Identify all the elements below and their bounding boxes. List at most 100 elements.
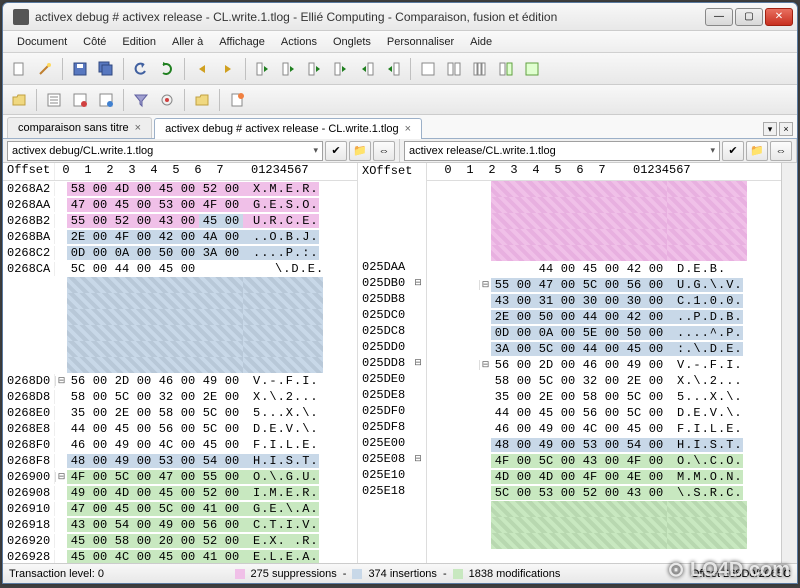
- separator: [219, 89, 220, 111]
- close-icon[interactable]: ×: [405, 123, 411, 135]
- menu-aller à[interactable]: Aller à: [164, 33, 211, 51]
- byte-header: 6: [569, 163, 591, 180]
- xoffset-header: XOffset: [358, 164, 412, 178]
- minimize-button[interactable]: —: [705, 8, 733, 26]
- ascii-header: 01234567: [623, 163, 691, 180]
- close-icon[interactable]: ×: [135, 122, 141, 134]
- new-doc-button[interactable]: [7, 57, 31, 81]
- app-icon: [13, 9, 29, 25]
- legend: 275 suppressions - 374 insertions - 1838…: [116, 568, 679, 580]
- menu-onglets[interactable]: Onglets: [325, 33, 379, 51]
- folder-button[interactable]: [190, 88, 214, 112]
- layout-3-button[interactable]: [468, 57, 492, 81]
- right-file-pane: activex release/CL.write.1.tlog ✔ 📁 ⇔: [400, 139, 797, 162]
- separator: [410, 58, 411, 80]
- menu-document[interactable]: Document: [9, 33, 75, 51]
- app-window: activex debug # activex release - CL.wri…: [2, 2, 798, 584]
- vertical-scrollbar[interactable]: [781, 163, 797, 563]
- suppression-swatch: [235, 569, 245, 579]
- left-hex-pane[interactable]: Offset 01234567 01234567 0268A258004D004…: [3, 163, 357, 563]
- undo-button[interactable]: [129, 57, 153, 81]
- merge-l1-button[interactable]: [251, 57, 275, 81]
- main-toolbar: [3, 53, 797, 85]
- byte-header: 0: [437, 163, 459, 180]
- view-1-button[interactable]: [42, 88, 66, 112]
- watermark: ⊙ LO4D.com: [668, 557, 790, 582]
- tab-close-button[interactable]: ×: [779, 122, 793, 136]
- separator: [245, 58, 246, 80]
- right-hex-header: 01234567 01234567: [427, 163, 781, 181]
- tab-dropdown-button[interactable]: ▾: [763, 122, 777, 136]
- byte-header: 1: [77, 163, 99, 180]
- view-3-button[interactable]: [94, 88, 118, 112]
- byte-header: 0: [55, 163, 77, 180]
- titlebar[interactable]: activex debug # activex release - CL.wri…: [3, 3, 797, 31]
- tab[interactable]: activex debug # activex release - CL.wri…: [154, 118, 422, 139]
- left-file-pane: activex debug/CL.write.1.tlog ✔ 📁 ⇔: [3, 139, 400, 162]
- byte-header: 3: [503, 163, 525, 180]
- right-browse-button[interactable]: 📁: [746, 141, 768, 161]
- window-title: activex debug # activex release - CL.wri…: [35, 10, 705, 24]
- separator: [184, 89, 185, 111]
- separator: [123, 89, 124, 111]
- view-2-button[interactable]: [68, 88, 92, 112]
- merge-l4-button[interactable]: [329, 57, 353, 81]
- right-hex-pane[interactable]: 01234567 01234567 440045004200 D.E.B.⊟55…: [427, 163, 781, 563]
- transaction-level: Transaction level: 0: [9, 568, 104, 580]
- right-confirm-button[interactable]: ✔: [722, 141, 744, 161]
- menu-actions[interactable]: Actions: [273, 33, 325, 51]
- cross-offset-column: XOffset 025DAA025DB0⊟025DB8025DC0025DC80…: [357, 163, 427, 563]
- page-button[interactable]: [225, 88, 249, 112]
- ascii-header: 01234567: [241, 163, 309, 180]
- byte-header: 7: [209, 163, 231, 180]
- left-browse-button[interactable]: 📁: [349, 141, 371, 161]
- left-confirm-button[interactable]: ✔: [325, 141, 347, 161]
- separator: [62, 58, 63, 80]
- merge-r2-button[interactable]: [381, 57, 405, 81]
- byte-header: 2: [99, 163, 121, 180]
- modification-count: 1838 modifications: [469, 568, 561, 580]
- left-hex-header: Offset 01234567 01234567: [3, 163, 357, 181]
- layout-4-button[interactable]: [494, 57, 518, 81]
- merge-l2-button[interactable]: [277, 57, 301, 81]
- menubar: DocumentCôtéEditionAller àAffichageActio…: [3, 31, 797, 53]
- maximize-button[interactable]: ▢: [735, 8, 763, 26]
- byte-header: 4: [525, 163, 547, 180]
- file-path-bar: activex debug/CL.write.1.tlog ✔ 📁 ⇔ acti…: [3, 139, 797, 163]
- insertion-count: 374 insertions: [368, 568, 437, 580]
- menu-affichage[interactable]: Affichage: [211, 33, 273, 51]
- byte-header: 5: [165, 163, 187, 180]
- modification-swatch: [453, 569, 463, 579]
- close-button[interactable]: ✕: [765, 8, 793, 26]
- byte-header: 7: [591, 163, 613, 180]
- next-diff-button[interactable]: [216, 57, 240, 81]
- byte-header: 3: [121, 163, 143, 180]
- menu-edition[interactable]: Edition: [114, 33, 164, 51]
- separator: [184, 58, 185, 80]
- layout-2-button[interactable]: [442, 57, 466, 81]
- save-button[interactable]: [68, 57, 92, 81]
- prev-diff-button[interactable]: [190, 57, 214, 81]
- right-link-button[interactable]: ⇔: [770, 141, 792, 161]
- layout-1-button[interactable]: [416, 57, 440, 81]
- menu-aide[interactable]: Aide: [462, 33, 500, 51]
- mark-button[interactable]: [155, 88, 179, 112]
- byte-header: 5: [547, 163, 569, 180]
- separator: [36, 89, 37, 111]
- byte-header: 4: [143, 163, 165, 180]
- save-all-button[interactable]: [94, 57, 118, 81]
- left-file-combo[interactable]: activex debug/CL.write.1.tlog: [7, 141, 323, 161]
- filter-button[interactable]: [129, 88, 153, 112]
- folder-up-button[interactable]: [7, 88, 31, 112]
- insertion-swatch: [352, 569, 362, 579]
- merge-r1-button[interactable]: [355, 57, 379, 81]
- menu-côté[interactable]: Côté: [75, 33, 114, 51]
- left-link-button[interactable]: ⇔: [373, 141, 395, 161]
- menu-personnaliser[interactable]: Personnaliser: [379, 33, 462, 51]
- layout-5-button[interactable]: [520, 57, 544, 81]
- tab[interactable]: comparaison sans titre×: [7, 117, 152, 138]
- wand-button[interactable]: [33, 57, 57, 81]
- right-file-combo[interactable]: activex release/CL.write.1.tlog: [404, 141, 720, 161]
- merge-l3-button[interactable]: [303, 57, 327, 81]
- refresh-button[interactable]: [155, 57, 179, 81]
